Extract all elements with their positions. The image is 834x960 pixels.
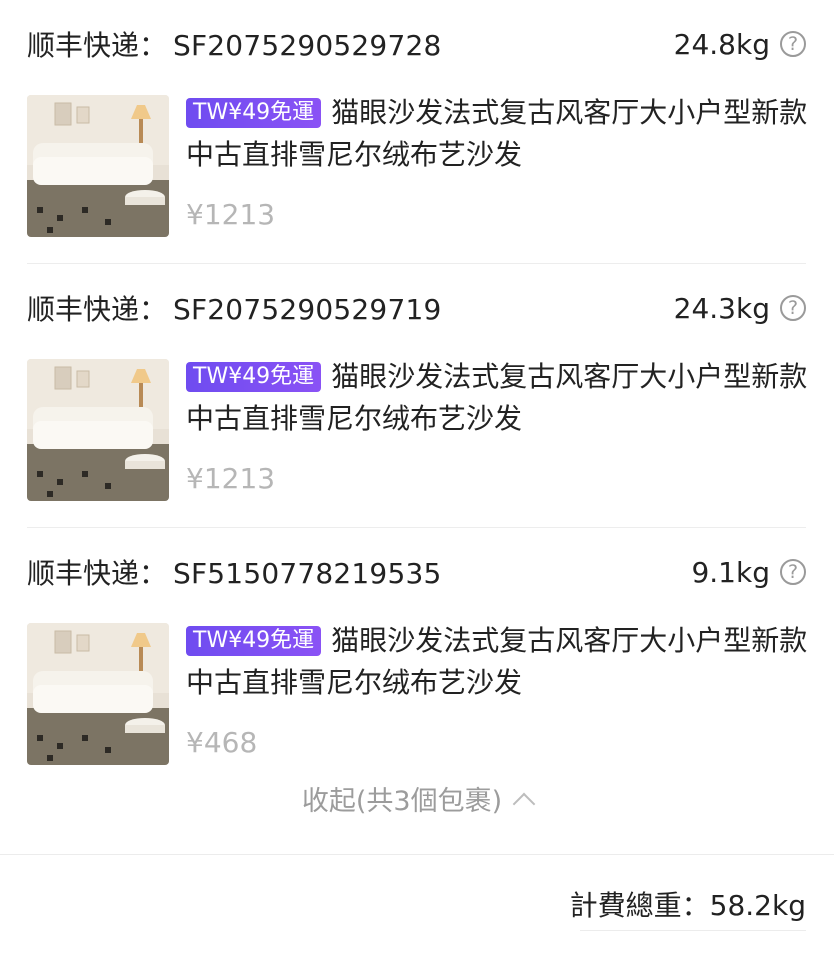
tracking-number[interactable]: SF5150778219535 [173, 557, 441, 590]
product-thumbnail[interactable] [27, 623, 169, 765]
total-weight-value: 58.2kg [709, 889, 806, 922]
chevron-up-icon [512, 792, 536, 816]
package-header: 顺丰快递： SF2075290529728 24.8kg ? [27, 22, 806, 66]
total-weight-row: 計費總重：58.2kg [570, 884, 806, 924]
package-card: 顺丰快递： SF2075290529728 24.8kg ? TW¥49免運 猫… [0, 0, 834, 264]
carrier-label: 顺丰快递： [27, 29, 168, 62]
carrier-label: 顺丰快递： [27, 557, 168, 590]
product-price: ¥1213 [186, 462, 276, 495]
product-thumbnail[interactable] [27, 359, 169, 501]
help-icon[interactable]: ? [780, 295, 806, 321]
carrier-info: 顺丰快递： SF2075290529728 [27, 24, 441, 64]
carrier-info: 顺丰快递： SF5150778219535 [27, 552, 441, 592]
product-price: ¥468 [186, 726, 258, 759]
tracking-number[interactable]: SF2075290529719 [173, 293, 441, 326]
product-info: TW¥49免運 猫眼沙发法式复古风客厅大小户型新款中古直排雪尼尔绒布艺沙发 ¥12… [186, 92, 814, 231]
package-card: 顺丰快递： SF5150778219535 9.1kg ? TW¥49免運 猫眼… [0, 528, 834, 792]
product-title[interactable]: TW¥49免運 猫眼沙发法式复古风客厅大小户型新款中古直排雪尼尔绒布艺沙发 [186, 356, 814, 440]
free-shipping-badge: TW¥49免運 [186, 98, 322, 128]
help-icon[interactable]: ? [780, 31, 806, 57]
product-info: TW¥49免運 猫眼沙发法式复古风客厅大小户型新款中古直排雪尼尔绒布艺沙发 ¥12… [186, 356, 814, 495]
weight-value: 24.8kg [673, 27, 770, 61]
package-header: 顺丰快递： SF5150778219535 9.1kg ? [27, 550, 806, 594]
product-thumbnail[interactable] [27, 95, 169, 237]
sofa-image [27, 623, 169, 765]
total-label: 計費總重： [569, 889, 710, 922]
product-title[interactable]: TW¥49免運 猫眼沙发法式复古风客厅大小户型新款中古直排雪尼尔绒布艺沙发 [186, 92, 814, 176]
weight-value: 24.3kg [673, 291, 770, 325]
package-header: 顺丰快递： SF2075290529719 24.3kg ? [27, 286, 806, 330]
help-icon[interactable]: ? [780, 559, 806, 585]
tracking-number[interactable]: SF2075290529728 [173, 29, 441, 62]
package-card: 顺丰快递： SF2075290529719 24.3kg ? TW¥49免運 猫… [0, 264, 834, 528]
total-underline [580, 930, 806, 931]
free-shipping-badge: TW¥49免運 [186, 362, 322, 392]
product-price: ¥1213 [186, 198, 276, 231]
package-weight: 24.8kg ? [674, 28, 806, 61]
weight-value: 9.1kg [691, 555, 770, 589]
collapse-label: 收起(共3個包裹) [301, 786, 503, 817]
sofa-image [27, 359, 169, 501]
package-weight: 24.3kg ? [674, 292, 806, 325]
carrier-label: 顺丰快递： [27, 293, 168, 326]
section-divider [0, 854, 834, 855]
product-title[interactable]: TW¥49免運 猫眼沙发法式复古风客厅大小户型新款中古直排雪尼尔绒布艺沙发 [186, 620, 814, 704]
package-list: 顺丰快递： SF2075290529728 24.8kg ? TW¥49免運 猫… [0, 0, 834, 792]
carrier-info: 顺丰快递： SF2075290529719 [27, 288, 441, 328]
sofa-image [27, 95, 169, 237]
free-shipping-badge: TW¥49免運 [186, 626, 322, 656]
collapse-packages-button[interactable]: 收起(共3個包裹) [0, 784, 834, 820]
product-info: TW¥49免運 猫眼沙发法式复古风客厅大小户型新款中古直排雪尼尔绒布艺沙发 ¥46… [186, 620, 814, 759]
package-weight: 9.1kg ? [691, 556, 806, 589]
